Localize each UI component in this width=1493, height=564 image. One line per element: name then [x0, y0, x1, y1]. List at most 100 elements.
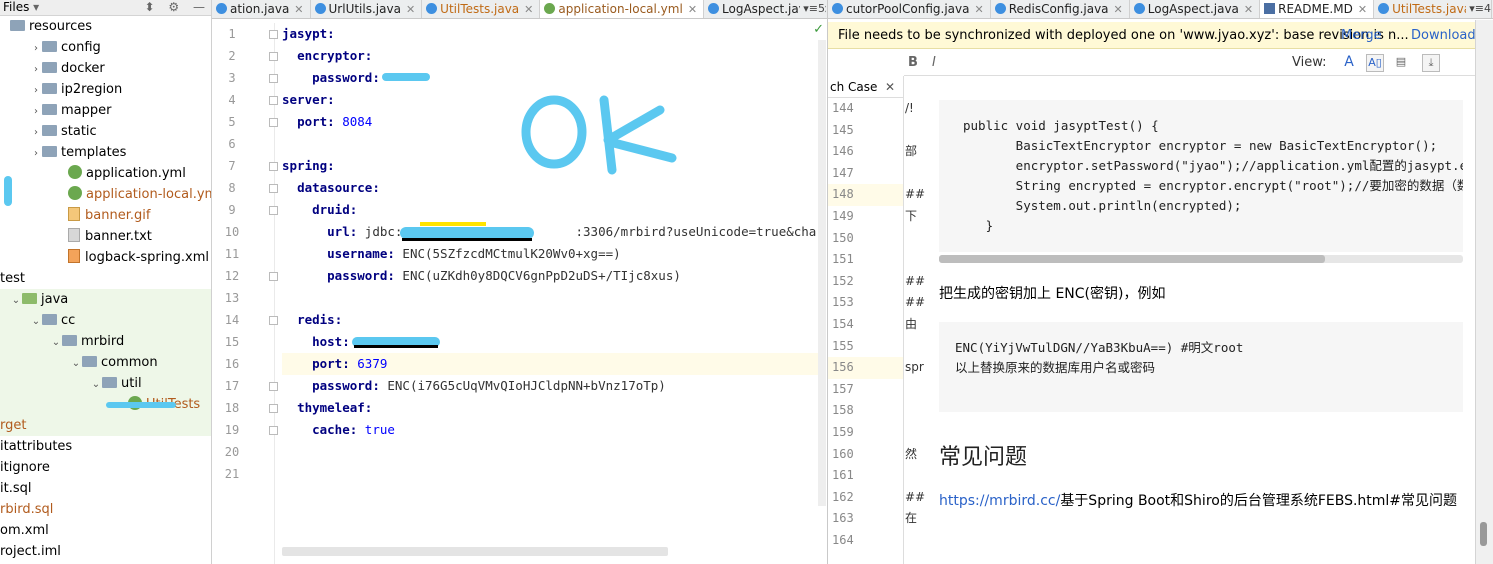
- fold-marker[interactable]: [269, 30, 278, 39]
- source-line[interactable]: 163 在: [828, 508, 917, 530]
- tab-overflow-button[interactable]: ▾≡4: [1466, 0, 1491, 18]
- editor-tab[interactable]: ation.java ✕: [212, 0, 311, 18]
- editor-tab[interactable]: UrlUtils.java ✕: [311, 0, 423, 18]
- gear-icon[interactable]: ⚙: [168, 0, 179, 14]
- code-line[interactable]: cache: true: [282, 419, 819, 441]
- source-line[interactable]: 159: [828, 422, 903, 444]
- sync-scroll-icon[interactable]: ⤓: [1422, 54, 1440, 72]
- editor-tab[interactable]: application-local.yml ✕: [540, 0, 705, 18]
- close-icon[interactable]: ✕: [1358, 3, 1367, 16]
- source-line[interactable]: 164: [828, 530, 903, 552]
- editor-tab[interactable]: UtilTests.java ✕: [422, 0, 541, 18]
- collapse-icon[interactable]: ⬍: [145, 0, 155, 14]
- code-line[interactable]: port: 6379: [282, 353, 819, 375]
- close-icon[interactable]: ✕: [688, 3, 697, 16]
- tree-item[interactable]: ⌄ util: [0, 373, 211, 394]
- tree-item[interactable]: rbird.sql: [0, 499, 211, 520]
- tree-item[interactable]: ⌄ java: [0, 289, 211, 310]
- tree-item[interactable]: resources: [0, 16, 211, 37]
- download-link[interactable]: Download: [1411, 22, 1475, 48]
- source-line[interactable]: 150: [828, 228, 903, 250]
- source-line[interactable]: 149 下: [828, 206, 917, 228]
- tree-item[interactable]: itignore: [0, 457, 211, 478]
- code-line[interactable]: password: ENC(uZKdh0y8DQCV6gnPpD2uDS+/TI…: [282, 265, 819, 287]
- chevron-down-icon[interactable]: ⌄: [90, 374, 102, 395]
- preview-only-icon[interactable]: ▤: [1392, 54, 1410, 72]
- vertical-scrollbar[interactable]: [818, 40, 826, 506]
- tree-item[interactable]: om.xml: [0, 520, 211, 541]
- close-icon[interactable]: ✕: [1244, 3, 1253, 16]
- tree-item[interactable]: › static: [0, 121, 211, 142]
- code-line[interactable]: [282, 287, 819, 309]
- chevron-right-icon[interactable]: ›: [30, 122, 42, 143]
- code-line[interactable]: druid:: [282, 199, 819, 221]
- source-line[interactable]: 160 然: [828, 444, 917, 466]
- chevron-right-icon[interactable]: ›: [30, 143, 42, 164]
- code-line[interactable]: username: ENC(5SZfzcdMCtmulK20Wv0+xg==): [282, 243, 819, 265]
- source-line[interactable]: 151: [828, 249, 903, 271]
- fold-marker[interactable]: [269, 118, 278, 127]
- code-line[interactable]: [282, 463, 819, 485]
- preview-vscroll-thumb[interactable]: [1480, 522, 1487, 546]
- preview-hscroll-thumb[interactable]: [939, 255, 1325, 263]
- tree-item[interactable]: roject.iml: [0, 541, 211, 562]
- editor-tab[interactable]: cutorPoolConfig.java ✕: [828, 0, 991, 18]
- tree-item[interactable]: ⌄ mrbird: [0, 331, 211, 352]
- source-line[interactable]: 154 由: [828, 314, 917, 336]
- code-line[interactable]: password: ENC(i76G5cUqVMvQIoHJCldpNN+bVn…: [282, 375, 819, 397]
- tree-item[interactable]: › templates: [0, 142, 211, 163]
- code-line[interactable]: encryptor:: [282, 45, 819, 67]
- faq-link[interactable]: https://mrbird.cc/: [939, 493, 1060, 509]
- source-line[interactable]: 152 ##: [828, 271, 925, 293]
- editor-tab[interactable]: RedisConfig.java ✕: [991, 0, 1130, 18]
- tree-item[interactable]: › docker: [0, 58, 211, 79]
- code-line[interactable]: redis:: [282, 309, 819, 331]
- close-icon[interactable]: ✕: [294, 3, 303, 16]
- merge-link[interactable]: Merge: [1341, 22, 1382, 48]
- fold-marker[interactable]: [269, 382, 278, 391]
- tree-item[interactable]: itattributes: [0, 436, 211, 457]
- horizontal-scrollbar[interactable]: [282, 547, 668, 556]
- match-case-label[interactable]: ch Case: [830, 80, 877, 94]
- chevron-right-icon[interactable]: ›: [30, 80, 42, 101]
- split-view-icon[interactable]: A▯: [1366, 54, 1384, 72]
- source-line[interactable]: 147: [828, 163, 903, 185]
- source-line[interactable]: 145: [828, 120, 903, 142]
- fold-marker[interactable]: [269, 426, 278, 435]
- source-line[interactable]: 144 /!: [828, 98, 914, 120]
- chevron-down-icon[interactable]: ⌄: [30, 311, 42, 332]
- tree-item[interactable]: banner.gif: [0, 205, 211, 226]
- fold-marker[interactable]: [269, 316, 278, 325]
- tree-item[interactable]: › config: [0, 37, 211, 58]
- chevron-right-icon[interactable]: ›: [30, 38, 42, 59]
- close-icon[interactable]: ✕: [524, 3, 533, 16]
- tree-item[interactable]: test: [0, 268, 211, 289]
- tree-item[interactable]: it.sql: [0, 478, 211, 499]
- code-line[interactable]: jasypt:: [282, 23, 819, 45]
- code-line[interactable]: url: jdbc: :3306/mrbird?useUnicode=true&…: [282, 221, 819, 243]
- source-line[interactable]: 148 ##: [828, 184, 925, 206]
- chevron-down-icon[interactable]: ⌄: [70, 353, 82, 374]
- fold-marker[interactable]: [269, 74, 278, 83]
- tree-item[interactable]: logback-spring.xml: [0, 247, 211, 268]
- tree-item[interactable]: › ip2region: [0, 79, 211, 100]
- tab-overflow-button[interactable]: ▾≡5: [800, 0, 825, 18]
- editor-tab[interactable]: LogAspect.java ✕: [1130, 0, 1261, 18]
- source-line[interactable]: 155: [828, 336, 903, 358]
- code-line[interactable]: password:: [282, 67, 819, 89]
- close-icon[interactable]: ✕: [406, 3, 415, 16]
- editor-tab[interactable]: README.MD ✕: [1260, 0, 1375, 18]
- fold-marker[interactable]: [269, 52, 278, 61]
- fold-marker[interactable]: [269, 96, 278, 105]
- fold-marker[interactable]: [269, 206, 278, 215]
- source-line[interactable]: 162 ##: [828, 487, 925, 509]
- italic-button[interactable]: I: [932, 50, 936, 76]
- project-view-selector[interactable]: Files: [3, 0, 29, 14]
- close-icon[interactable]: ✕: [1114, 3, 1123, 16]
- code-line[interactable]: datasource:: [282, 177, 819, 199]
- tree-item[interactable]: rget: [0, 415, 211, 436]
- tree-item[interactable]: banner.txt: [0, 226, 211, 247]
- chevron-down-icon[interactable]: ⌄: [10, 290, 22, 311]
- chevron-right-icon[interactable]: ›: [30, 59, 42, 80]
- source-line[interactable]: 157: [828, 379, 903, 401]
